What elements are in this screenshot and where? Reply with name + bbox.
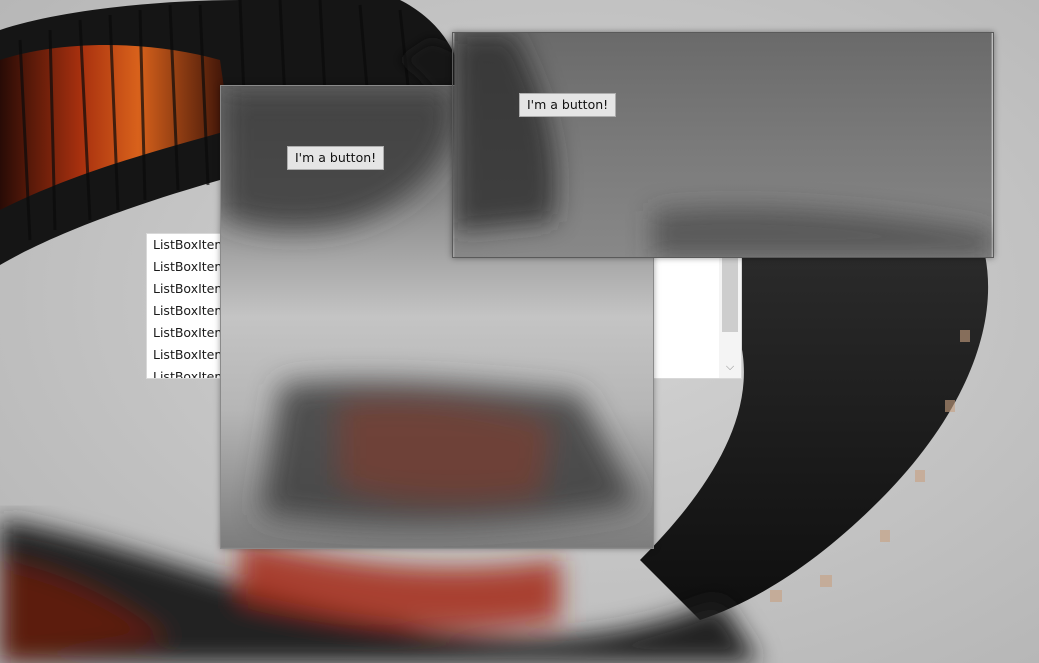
- scrollbar-thumb[interactable]: [722, 258, 738, 332]
- test-button[interactable]: I'm a button!: [287, 146, 385, 170]
- test-button[interactable]: I'm a button!: [519, 93, 617, 117]
- chevron-down-icon[interactable]: ⌵: [723, 360, 737, 374]
- desktop: ListBoxItem ListBoxItem ListBoxItem List…: [0, 0, 1039, 663]
- acrylic-window-right[interactable]: I'm a button!: [452, 32, 994, 258]
- acrylic-backdrop: [454, 33, 992, 257]
